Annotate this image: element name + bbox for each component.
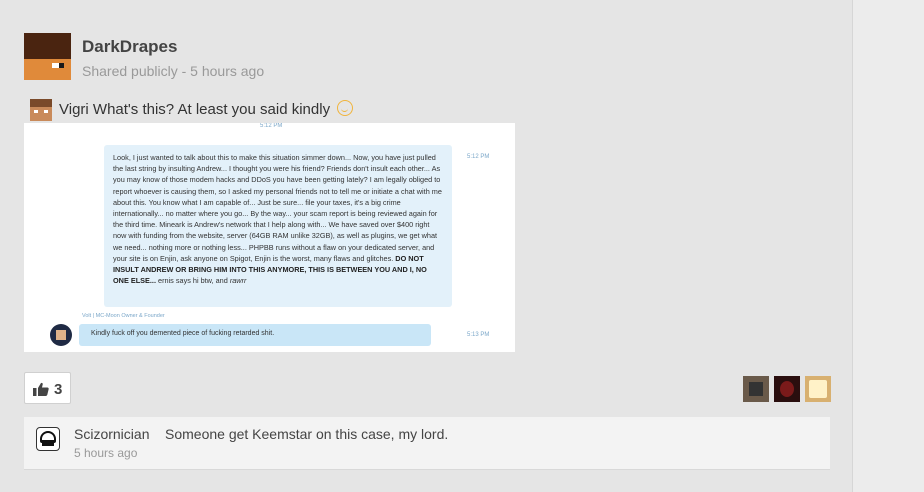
chat-message-text: Look, I just wanted to talk about this t… <box>113 153 442 286</box>
reply-bubble: Kindly fuck off you demented piece of fu… <box>79 324 431 346</box>
mention-name[interactable]: Vigri <box>59 101 89 118</box>
plusser-avatar[interactable] <box>774 376 800 402</box>
post-text: Vigri What's this? At least you said kin… <box>59 100 354 118</box>
chat-message-italic: rawrr <box>229 276 247 286</box>
chat-message-bubble: Look, I just wanted to talk about this t… <box>104 145 452 307</box>
plusser-avatar[interactable] <box>805 376 831 402</box>
comment-author[interactable]: Scizornician <box>74 426 149 442</box>
chat-message-timestamp: 5:12 PM <box>467 154 490 160</box>
reply-avatar <box>50 324 72 346</box>
reply-timestamp: 5:13 PM <box>467 332 490 338</box>
plusser-avatar[interactable] <box>743 376 769 402</box>
attached-chat-screenshot[interactable]: 5:12 PM Look, I just wanted to talk abou… <box>24 123 515 352</box>
mention-avatar[interactable] <box>30 99 52 121</box>
reply-sender-label: Volt | MC-Moon Owner & Founder <box>82 313 165 319</box>
plus-one-button[interactable]: 3 <box>24 372 71 404</box>
post-visibility-timestamp[interactable]: Shared publicly - 5 hours ago <box>82 63 264 79</box>
plus-one-count: 3 <box>54 381 63 398</box>
right-gutter <box>852 0 924 492</box>
reply-text: Kindly fuck off you demented piece of fu… <box>91 330 275 337</box>
author-avatar[interactable] <box>24 33 71 80</box>
comment-author-avatar[interactable] <box>36 427 60 451</box>
comment-timestamp[interactable]: 5 hours ago <box>74 446 137 460</box>
post-card: DarkDrapes Shared publicly - 5 hours ago… <box>0 0 852 492</box>
comment-text: Someone get Keemstar on this case, my lo… <box>165 426 449 442</box>
chat-timestamp-top: 5:12 PM <box>260 123 283 129</box>
thumbs-up-icon <box>33 382 49 396</box>
post-body: What's this? At least you said kindly <box>92 101 331 118</box>
smiley-icon <box>337 100 354 116</box>
comment: Scizornician Someone get Keemstar on thi… <box>24 417 830 470</box>
author-name[interactable]: DarkDrapes <box>82 37 177 57</box>
